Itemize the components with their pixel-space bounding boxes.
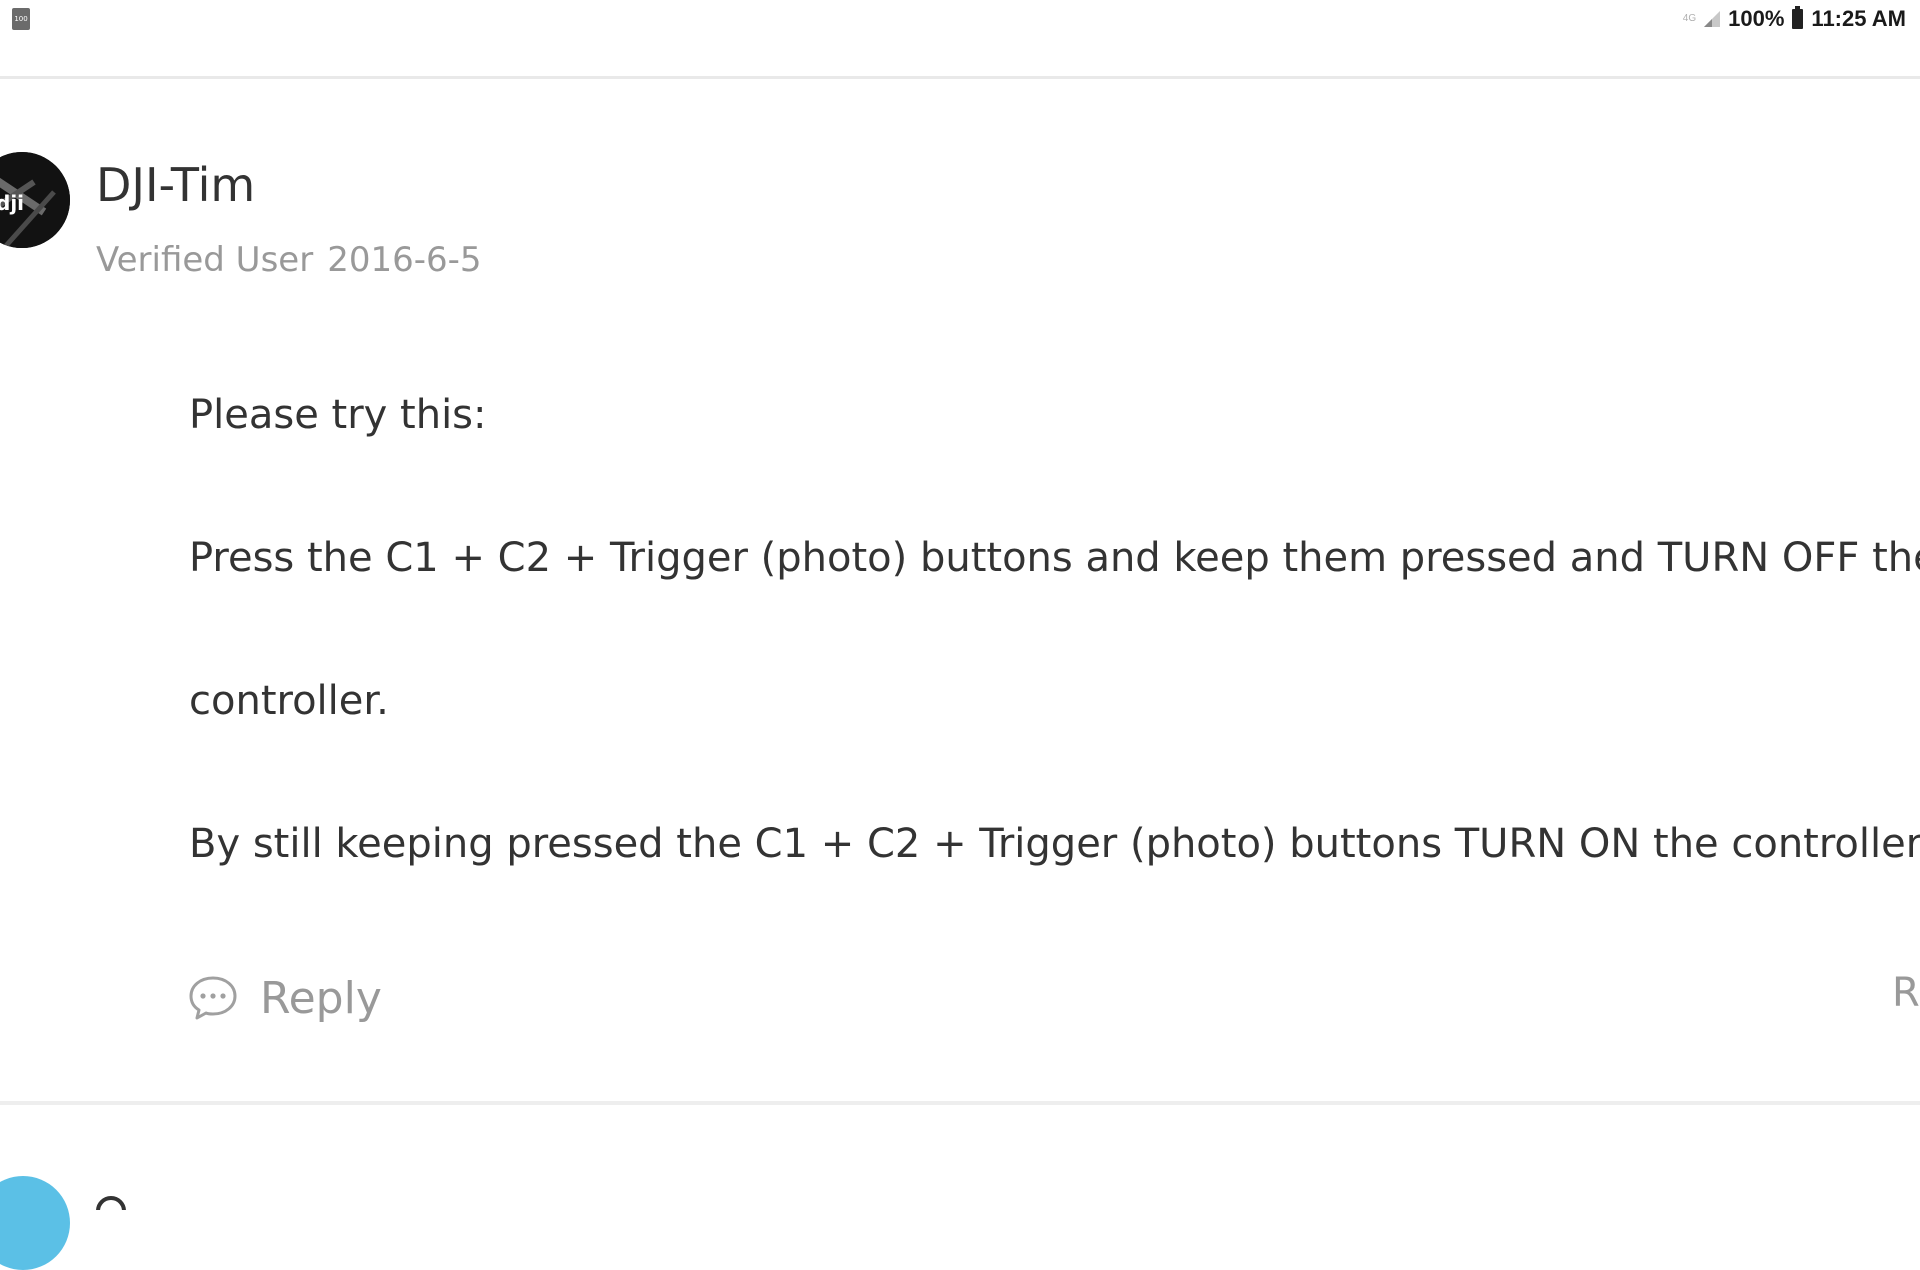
post-meta: Verified User 2016-6-5 <box>96 240 482 280</box>
report-link[interactable]: Re <box>1892 970 1920 1016</box>
post-paragraph: By still keeping pressed the C1 + C2 + T… <box>189 821 1920 867</box>
post-paragraph: Press the C1 + C2 + Trigger (photo) butt… <box>189 535 1920 581</box>
top-divider <box>0 76 1920 79</box>
post-paragraph: controller. <box>189 678 389 724</box>
post-date: 2016-6-5 <box>327 240 482 280</box>
next-post-avatar[interactable] <box>0 1176 70 1270</box>
signal-icon <box>1704 11 1721 27</box>
dji-logo-avatar: dji <box>0 152 70 248</box>
verified-badge: Verified User <box>96 240 314 280</box>
reply-button[interactable]: Reply <box>188 968 382 1028</box>
svg-text:dji: dji <box>0 191 24 215</box>
next-post-author-fragment <box>96 1180 156 1210</box>
battery-icon <box>1792 6 1804 29</box>
post-divider <box>0 1101 1920 1105</box>
status-bar: 100 4G 100% 11:25 AM <box>0 0 1920 38</box>
author-avatar[interactable]: dji <box>0 152 70 248</box>
battery-100-icon: 100 <box>12 8 30 30</box>
status-indicators: 4G 100% 11:25 AM <box>1683 4 1906 34</box>
comment-icon <box>189 976 237 1020</box>
network-type-label: 4G <box>1682 13 1697 24</box>
author-name[interactable]: DJI-Tim <box>96 158 255 212</box>
reply-label: Reply <box>260 972 382 1024</box>
clock-time: 11:25 AM <box>1811 6 1906 31</box>
battery-percent: 100% <box>1728 6 1785 31</box>
post-body: Please try this: Press the C1 + C2 + Tri… <box>189 380 1920 952</box>
post-paragraph: Please try this: <box>189 392 487 438</box>
